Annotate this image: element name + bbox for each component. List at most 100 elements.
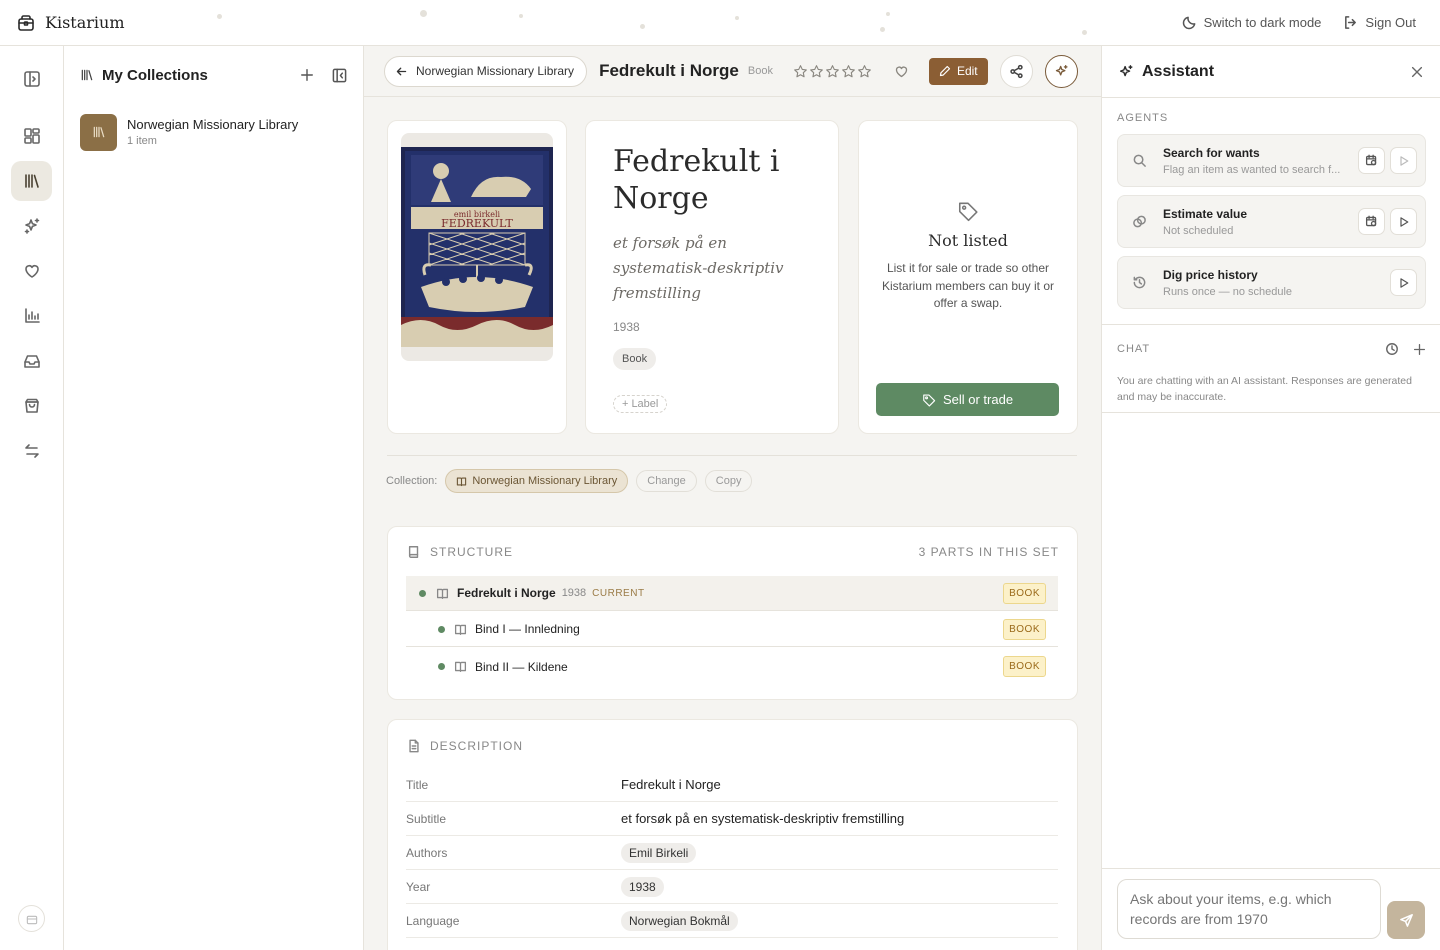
star-icon[interactable] (857, 64, 872, 79)
year-tag[interactable]: 1938 (621, 876, 664, 897)
swap-icon (23, 442, 41, 460)
listing-card: Not listed List it for sale or trade so … (858, 120, 1078, 434)
dark-mode-toggle[interactable]: Switch to dark mode (1182, 15, 1322, 30)
new-chat-button[interactable] (1413, 343, 1426, 356)
sparkles-icon (1054, 64, 1069, 79)
structure-heading: STRUCTURE (430, 545, 513, 559)
book-info-card: Fedrekult i Norge et forsøk på en system… (585, 120, 839, 434)
sell-or-trade-button[interactable]: Sell or trade (876, 383, 1059, 416)
chat-history-button[interactable] (1385, 342, 1399, 356)
star-icon[interactable] (809, 64, 824, 79)
sign-out-button[interactable]: Sign Out (1343, 15, 1416, 30)
assistant-button[interactable] (1044, 54, 1078, 88)
library-icon (23, 172, 41, 190)
field-key: Authors (406, 845, 448, 860)
run-button[interactable] (1390, 269, 1417, 296)
expand-sidebar-button[interactable] (11, 59, 52, 99)
star-icon[interactable] (793, 64, 808, 79)
copy-collection-button[interactable]: Copy (704, 470, 753, 492)
collection-thumbnail (80, 113, 117, 151)
agent-subtitle: Not scheduled (1163, 224, 1234, 237)
divider (1102, 324, 1440, 325)
coins-icon (1132, 214, 1147, 229)
book-icon (407, 545, 421, 559)
structure-row[interactable]: Bind II — Kildene BOOK (406, 649, 1058, 684)
structure-row-current[interactable]: Fedrekult i Norge 1938 CURRENT BOOK (406, 576, 1058, 611)
calendar-clock-icon (1365, 154, 1378, 167)
heart-icon (23, 262, 41, 280)
tag-icon (922, 393, 936, 407)
status-dot (419, 589, 426, 597)
structure-row[interactable]: Bind I — Innledning BOOK (406, 612, 1058, 647)
agent-name: Dig price history (1163, 267, 1258, 282)
chat-header: CHAT (1117, 342, 1426, 356)
author-tag[interactable]: Emil Birkeli (621, 842, 697, 863)
back-to-collection-button[interactable]: Norwegian Missionary Library (384, 55, 588, 87)
arrow-left-icon (395, 65, 408, 78)
book-year: 1938 (613, 320, 640, 334)
description-row: Year 1938 (406, 870, 1058, 904)
back-label: Norwegian Missionary Library (416, 64, 575, 78)
document-icon (407, 739, 421, 753)
search-icon (1132, 153, 1147, 168)
status-dot (438, 663, 445, 670)
assistant-title: Assistant (1142, 62, 1215, 80)
dashboard-icon (23, 127, 41, 145)
run-button[interactable] (1390, 147, 1417, 174)
schedule-button[interactable] (1358, 208, 1385, 235)
user-avatar[interactable] (18, 905, 45, 932)
photo-frame[interactable]: emil birkeli FEDREKULT (401, 133, 553, 361)
rail-collections[interactable] (11, 161, 52, 201)
agent-estimate-value[interactable]: Estimate value Not scheduled (1117, 195, 1426, 248)
rail-trades[interactable] (11, 431, 52, 471)
collection-pill[interactable]: Norwegian Missionary Library (445, 469, 629, 493)
change-collection-button[interactable]: Change (636, 470, 697, 492)
chat-input[interactable] (1117, 879, 1381, 939)
sparkles-icon (1118, 64, 1134, 80)
add-collection-button[interactable] (300, 68, 314, 83)
add-label-button[interactable]: + Label (613, 395, 668, 413)
rail-wishlist[interactable] (11, 251, 52, 291)
description-row: Language Norwegian Bokmål (406, 904, 1058, 938)
book-title: Fedrekult i Norge (613, 144, 780, 216)
edit-label: Edit (956, 64, 978, 78)
field-value[interactable]: Fedrekult i Norge (621, 777, 721, 792)
icon-rail (0, 46, 64, 950)
schedule-button[interactable] (1358, 147, 1385, 174)
language-tag[interactable]: Norwegian Bokmål (621, 910, 738, 931)
agent-price-history[interactable]: Dig price history Runs once — no schedul… (1117, 256, 1426, 309)
favorite-button[interactable] (894, 64, 909, 79)
close-assistant-button[interactable] (1410, 65, 1424, 79)
assistant-header: Assistant (1102, 46, 1440, 98)
photo-card: emil birkeli FEDREKULT (387, 120, 567, 434)
rail-dashboard[interactable] (11, 116, 52, 156)
field-value[interactable]: et forsøk på en systematisk-deskriptiv f… (621, 811, 904, 826)
agent-subtitle: Runs once — no schedule (1163, 285, 1293, 298)
rating-stars[interactable] (793, 64, 872, 79)
send-button[interactable] (1387, 901, 1425, 939)
star-icon[interactable] (841, 64, 856, 79)
play-icon (1398, 155, 1410, 167)
rail-inbox[interactable] (11, 341, 52, 381)
app-name: Kistarium (45, 13, 125, 32)
status-dot (438, 625, 445, 633)
collection-row: Collection: Norwegian Missionary Library… (386, 469, 753, 493)
collections-panel: My Collections Norwegian Missionary Libr… (64, 46, 364, 950)
collection-item[interactable]: Norwegian Missionary Library 1 item (80, 108, 347, 156)
agents-label: AGENTS (1117, 112, 1169, 124)
collapse-panel-button[interactable] (332, 68, 347, 83)
svg-text:FEDREKULT: FEDREKULT (441, 217, 513, 230)
rail-ai[interactable] (11, 206, 52, 246)
rail-shop[interactable] (11, 386, 52, 426)
star-icon[interactable] (825, 64, 840, 79)
share-button[interactable] (999, 54, 1033, 88)
agent-search-wants[interactable]: Search for wants Flag an item as wanted … (1117, 134, 1426, 187)
dark-mode-label: Switch to dark mode (1203, 15, 1322, 30)
rail-stats[interactable] (11, 296, 52, 336)
brand[interactable]: Kistarium (0, 13, 125, 32)
collections-title: My Collections (102, 66, 208, 84)
pencil-icon (939, 65, 951, 77)
edit-button[interactable]: Edit (928, 57, 988, 85)
divider (1102, 412, 1440, 413)
run-button[interactable] (1390, 208, 1417, 235)
